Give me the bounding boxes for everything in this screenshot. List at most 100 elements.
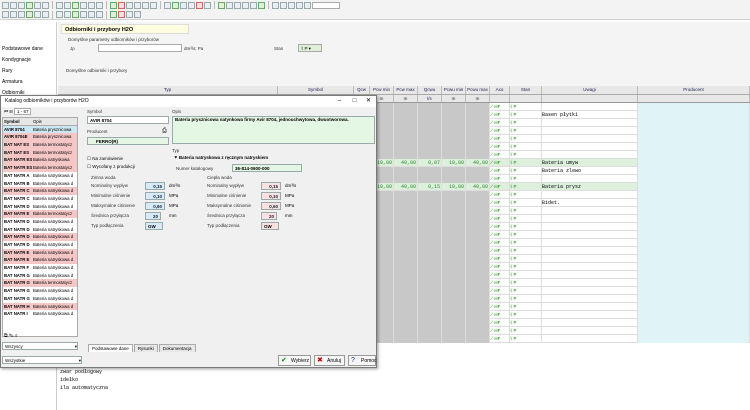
settings-icon[interactable] bbox=[288, 1, 295, 9]
axo-cell[interactable]: ⟋ HF bbox=[490, 287, 510, 295]
uwagi-cell[interactable] bbox=[542, 119, 638, 127]
value-cell[interactable] bbox=[418, 239, 442, 247]
producent-cell[interactable] bbox=[638, 167, 750, 175]
producent-cell[interactable] bbox=[638, 295, 750, 303]
settings-icon[interactable] bbox=[142, 1, 149, 9]
zoom-out-icon[interactable] bbox=[218, 1, 225, 9]
column-header[interactable]: Typ bbox=[58, 86, 278, 94]
stan-cell[interactable]: ⌇ P bbox=[510, 119, 542, 127]
value-cell[interactable] bbox=[394, 327, 418, 335]
producent-cell[interactable] bbox=[638, 175, 750, 183]
check-icon[interactable] bbox=[110, 1, 117, 9]
uwagi-cell[interactable] bbox=[542, 239, 638, 247]
value-cell[interactable] bbox=[418, 135, 442, 143]
uwagi-cell[interactable] bbox=[542, 103, 638, 111]
value-cell[interactable] bbox=[442, 207, 466, 215]
chart-icon[interactable] bbox=[96, 11, 103, 18]
refresh-icon[interactable] bbox=[280, 1, 287, 9]
wycofany-checkbox[interactable]: ☐ Wycofany z produkcji bbox=[87, 164, 135, 170]
uwagi-cell[interactable] bbox=[542, 175, 638, 183]
sidebar-item-kondygnacje[interactable]: Kondygnacje bbox=[0, 55, 56, 66]
cross-icon[interactable] bbox=[118, 11, 125, 18]
typ-field[interactable]: ⯆ Bateria natryskowa z ręcznym natryskie… bbox=[172, 154, 375, 162]
producent-cell[interactable] bbox=[638, 255, 750, 263]
value-cell[interactable] bbox=[418, 247, 442, 255]
value-cell[interactable] bbox=[418, 127, 442, 135]
value-cell[interactable] bbox=[466, 175, 490, 183]
copy-icon[interactable] bbox=[180, 1, 187, 9]
cold-param-field[interactable]: 0,15 bbox=[145, 182, 165, 190]
table-icon[interactable] bbox=[88, 11, 95, 18]
axo-cell[interactable]: ⟋ HF bbox=[490, 335, 510, 343]
value-cell[interactable] bbox=[394, 303, 418, 311]
axo-cell[interactable]: ⟋ HF bbox=[490, 175, 510, 183]
sidebar-item-armatura[interactable]: Armatura bbox=[0, 77, 56, 88]
list-item[interactable]: BAT NATR D Bateria natryskowa d bbox=[3, 218, 77, 226]
uwagi-cell[interactable] bbox=[542, 311, 638, 319]
producent-cell[interactable] bbox=[638, 231, 750, 239]
search-icon[interactable]: ⌕ bbox=[15, 333, 18, 339]
value-cell[interactable] bbox=[442, 279, 466, 287]
first-page-icon[interactable]: ⏮ bbox=[4, 109, 8, 114]
value-cell[interactable] bbox=[442, 231, 466, 239]
uwagi-cell[interactable]: Bateria umyw bbox=[542, 159, 638, 167]
uwagi-cell[interactable] bbox=[542, 247, 638, 255]
stan-cell[interactable]: ⌇ P bbox=[510, 231, 542, 239]
list-item[interactable]: BAT NATR I Bateria natryskowa d bbox=[3, 310, 77, 318]
producent-cell[interactable] bbox=[638, 263, 750, 271]
value-cell[interactable] bbox=[442, 271, 466, 279]
list-item[interactable]: AVIR 8704E Bateria prysznicowa bbox=[3, 133, 77, 142]
value-cell[interactable] bbox=[466, 263, 490, 271]
value-cell[interactable] bbox=[418, 271, 442, 279]
value-cell[interactable] bbox=[442, 263, 466, 271]
value-cell[interactable] bbox=[466, 319, 490, 327]
value-cell[interactable] bbox=[394, 311, 418, 319]
uwagi-cell[interactable] bbox=[542, 231, 638, 239]
list-item[interactable]: BAT NATR G Bateria termostatycz bbox=[3, 279, 77, 288]
producent-cell[interactable] bbox=[638, 247, 750, 255]
uwagi-cell[interactable] bbox=[542, 295, 638, 303]
list-item[interactable]: BAT NATR ES Bateria termostatycz bbox=[3, 164, 77, 172]
stan-cell[interactable]: ⌇ P bbox=[510, 327, 542, 335]
value-cell[interactable] bbox=[466, 119, 490, 127]
print-icon[interactable] bbox=[18, 1, 25, 9]
value-cell[interactable] bbox=[394, 335, 418, 343]
list-item[interactable]: BAT NATR E Bateria termostatycz bbox=[3, 210, 77, 218]
axo-cell[interactable]: ⟋ HF bbox=[490, 255, 510, 263]
stan-cell[interactable]: ⌇ P bbox=[510, 255, 542, 263]
stan-cell[interactable]: ⌇ P bbox=[510, 167, 542, 175]
value-cell[interactable] bbox=[442, 319, 466, 327]
value-cell[interactable] bbox=[442, 191, 466, 199]
value-cell[interactable] bbox=[442, 287, 466, 295]
axo-cell[interactable]: ⟋ HF bbox=[490, 239, 510, 247]
axo-cell[interactable]: ⟋ HF bbox=[490, 183, 510, 191]
redo-icon[interactable] bbox=[56, 11, 63, 18]
axo-cell[interactable]: ⟋ HF bbox=[490, 167, 510, 175]
value-cell[interactable] bbox=[466, 303, 490, 311]
hot-param-field[interactable]: GW bbox=[261, 222, 279, 230]
value-cell[interactable] bbox=[418, 263, 442, 271]
value-cell[interactable] bbox=[466, 215, 490, 223]
value-cell[interactable] bbox=[394, 247, 418, 255]
value-cell[interactable] bbox=[394, 175, 418, 183]
value-cell[interactable]: 10,00 bbox=[442, 183, 466, 191]
stan-cell[interactable]: ⌇ P bbox=[510, 191, 542, 199]
stan-cell[interactable]: ⌇ P bbox=[510, 175, 542, 183]
value-cell[interactable] bbox=[442, 239, 466, 247]
value-cell[interactable] bbox=[466, 311, 490, 319]
pomoc-button[interactable]: ? Pomoc bbox=[348, 355, 377, 366]
stan-cell[interactable]: ⌇ P bbox=[510, 111, 542, 119]
stan-cell[interactable]: ⌇ P bbox=[510, 311, 542, 319]
value-cell[interactable] bbox=[442, 127, 466, 135]
value-cell[interactable] bbox=[442, 295, 466, 303]
value-cell[interactable] bbox=[418, 303, 442, 311]
list-item[interactable]: BAT NATR H Bateria natryskowa d bbox=[3, 302, 77, 311]
value-cell[interactable] bbox=[466, 167, 490, 175]
wybierz-button[interactable]: ✔ Wybierz bbox=[278, 355, 311, 366]
stan-cell[interactable]: ⌇ P bbox=[510, 271, 542, 279]
uwagi-cell[interactable]: Bateria zlewo bbox=[542, 167, 638, 175]
value-cell[interactable] bbox=[442, 327, 466, 335]
uwagi-cell[interactable] bbox=[542, 327, 638, 335]
value-cell[interactable] bbox=[394, 127, 418, 135]
list-item[interactable]: BAT NATR A Bateria natryskowa d bbox=[3, 172, 77, 180]
